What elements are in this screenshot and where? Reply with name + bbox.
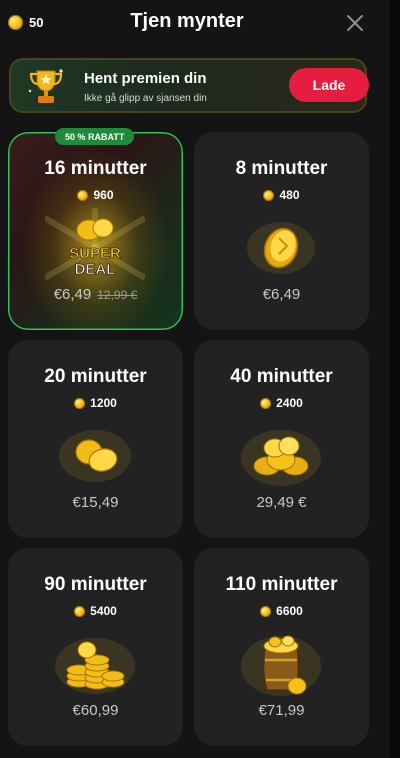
offer-duration: 90 minutter <box>44 574 147 595</box>
coin-icon <box>263 189 275 201</box>
offer-coin-amount: 2400 <box>194 396 369 410</box>
offer-price: €6,49 <box>262 286 301 303</box>
offer-card-40-min[interactable]: 40 minutter 2400 29,49 € <box>194 340 369 538</box>
offer-coin-amount: 5400 <box>8 604 183 618</box>
offer-coin-amount: 6600 <box>194 604 369 618</box>
offer-card-110-min[interactable]: 110 minutter 6600 €71,99 <box>194 548 369 746</box>
offer-coins-value: 480 <box>279 188 300 202</box>
close-icon <box>347 15 363 31</box>
coin-barrel-icon <box>241 635 321 696</box>
scrollbar[interactable] <box>390 0 400 758</box>
offer-duration: 110 minutter <box>225 574 338 595</box>
offer-duration: 8 minutter <box>235 158 328 179</box>
offer-card-16-min[interactable]: 50 % RABATT 16 minutter 960 SUPER DEAL €… <box>8 128 183 330</box>
offer-duration: 16 minutter <box>44 158 147 179</box>
claim-button[interactable]: Lade <box>289 68 369 102</box>
offer-price: €71,99 <box>258 702 305 719</box>
offer-duration: 20 minutter <box>44 366 147 387</box>
discount-badge: 50 % RABATT <box>55 128 135 145</box>
page-title: Tjen mynter <box>130 10 244 32</box>
super-deal-icon: SUPER DEAL <box>45 208 145 281</box>
banner-subtitle: Ikke gå glipp av sjansen din <box>84 93 207 104</box>
offer-price: €60,99 <box>72 702 119 719</box>
single-coin-icon <box>247 222 315 274</box>
offer-coins-value: 960 <box>93 188 114 202</box>
offer-coins-value: 2400 <box>276 396 303 410</box>
coin-icon <box>77 189 89 201</box>
offer-coins-value: 5400 <box>90 604 117 618</box>
coin-icon <box>74 605 86 617</box>
claim-reward-banner: Hent premien din Ikke gå glipp av sjanse… <box>9 58 369 113</box>
price-old: 12,99 € <box>97 288 138 302</box>
offer-coin-amount: 960 <box>8 188 183 202</box>
offer-duration: 40 minutter <box>230 366 333 387</box>
banner-title: Hent premien din <box>84 70 207 87</box>
trophy-icon <box>28 69 63 103</box>
super-deal-text-top: SUPER <box>69 245 121 262</box>
coin-pile-icon <box>241 430 321 486</box>
offer-price: €6,49 12,99 € <box>8 286 183 303</box>
coin-icon <box>260 397 272 409</box>
header: 50 Tjen mynter <box>0 0 390 46</box>
offer-card-20-min[interactable]: 20 minutter 1200 €15,49 <box>8 340 183 538</box>
offer-coins-value: 1200 <box>90 396 117 410</box>
super-deal-text-bottom: DEAL <box>75 261 116 278</box>
offer-price: €15,49 <box>72 494 119 511</box>
offer-coins-value: 6600 <box>276 604 303 618</box>
offer-price: 29,49 € <box>256 494 307 511</box>
coin-stacks-icon <box>55 638 135 694</box>
coin-icon <box>74 397 86 409</box>
earn-coins-panel: 50 Tjen mynter Hent premien din Ikke gå … <box>0 0 390 758</box>
offer-card-90-min[interactable]: 90 minutter 5400 €60,99 <box>8 548 183 746</box>
two-coins-icon <box>59 430 131 482</box>
close-button[interactable] <box>344 12 366 34</box>
price-current: €6,49 <box>53 286 92 303</box>
offer-coin-amount: 480 <box>194 188 369 202</box>
coin-icon <box>260 605 272 617</box>
offer-card-8-min[interactable]: 8 minutter 480 €6,49 <box>194 132 369 330</box>
offer-coin-amount: 1200 <box>8 396 183 410</box>
